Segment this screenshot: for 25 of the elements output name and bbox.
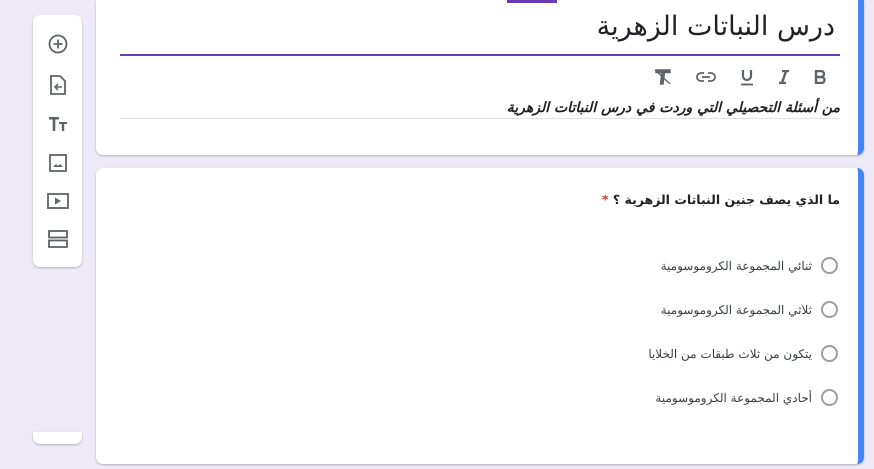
bold-icon[interactable] — [814, 70, 826, 84]
radio-option[interactable]: أحادي المجموعة الكروموسومية — [655, 389, 840, 406]
section-icon[interactable] — [48, 230, 68, 248]
link-icon[interactable] — [696, 72, 716, 82]
form-title[interactable]: درس النباتات الزهرية — [596, 11, 835, 42]
panel-edge — [33, 432, 82, 444]
radio-option[interactable]: ثلاثي المجموعة الكروموسومية — [660, 301, 840, 318]
radio-button[interactable] — [821, 301, 838, 318]
clear-format-icon[interactable] — [654, 69, 672, 85]
underline-icon[interactable] — [740, 68, 754, 86]
radio-button[interactable] — [821, 345, 838, 362]
form-description[interactable]: من أسئلة التحصيلي التي وردت في درس النباتات الزهرية — [506, 100, 840, 116]
import-file-icon[interactable] — [50, 74, 66, 95]
video-icon[interactable] — [46, 192, 68, 209]
radio-option[interactable]: يتكون من ثلاث طبقات من الخلايا — [648, 345, 840, 362]
image-icon[interactable] — [48, 154, 66, 172]
radio-button[interactable] — [821, 389, 838, 406]
required-mark: * — [602, 192, 609, 207]
text-size-icon[interactable] — [48, 116, 68, 132]
radio-button[interactable] — [821, 257, 838, 274]
radio-option[interactable]: ثنائي المجموعة الكروموسومية — [660, 257, 840, 274]
question-text: ما الذي يصف جنين النباتات الزهرية ؟ — [612, 192, 840, 207]
italic-icon[interactable] — [778, 70, 790, 84]
header-accent — [507, 0, 557, 3]
add-icon[interactable] — [48, 34, 68, 54]
